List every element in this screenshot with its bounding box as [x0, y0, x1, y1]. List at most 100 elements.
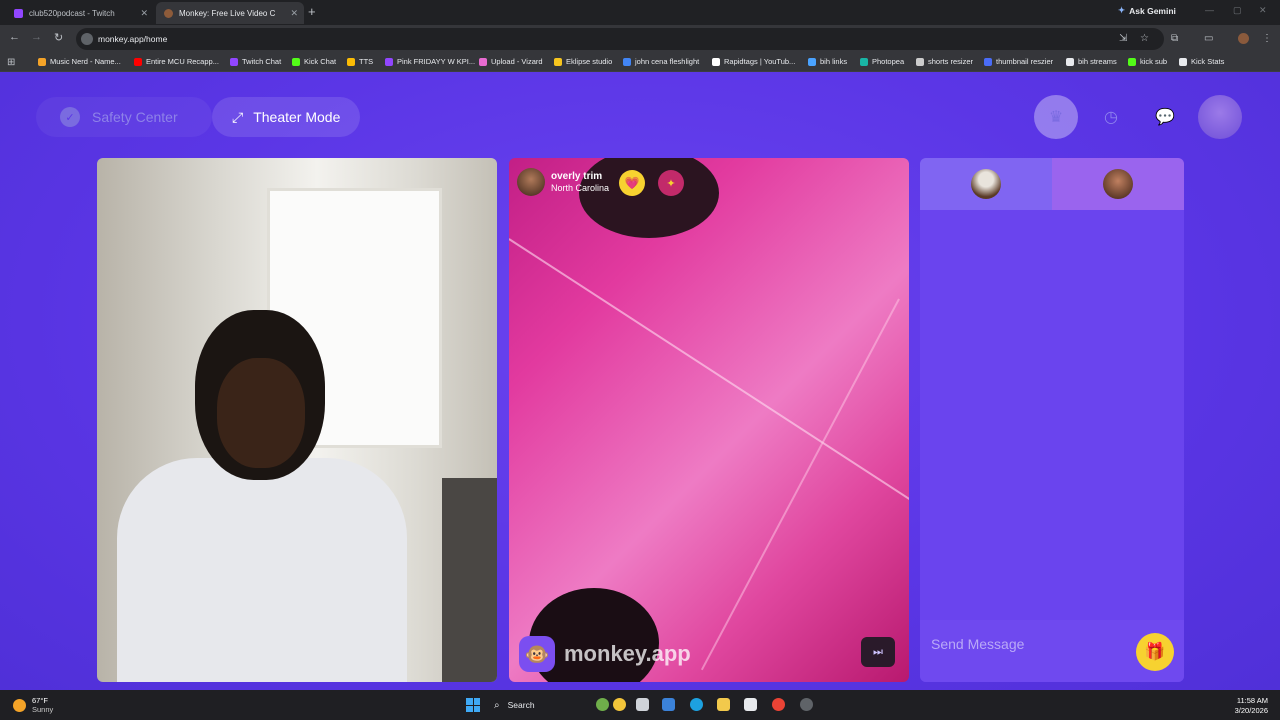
chrome-icon[interactable] [772, 698, 785, 711]
chat-tab-self[interactable] [920, 158, 1052, 210]
bookmark-item[interactable]: Kick Stats [1179, 57, 1224, 66]
close-window-icon[interactable]: ✕ [1259, 5, 1267, 16]
widgets-icon[interactable] [596, 698, 609, 711]
extensions-icon[interactable]: ⧉ [1171, 33, 1178, 44]
date-text: 3/20/2026 [1234, 706, 1268, 715]
peer-info[interactable]: overly trim North Carolina [517, 168, 609, 196]
bookmark-item[interactable]: Rapidtags | YouTub... [712, 57, 795, 66]
avatar [971, 169, 1001, 199]
bookmark-item[interactable]: Upload - Vizard [479, 57, 543, 66]
bookmark-favicon-icon [808, 57, 816, 66]
tab-title: club520podcast - Twitch [29, 8, 115, 18]
time-text: 11:58 AM [1236, 696, 1268, 705]
bookmark-favicon-icon [1128, 57, 1136, 66]
peer-avatar[interactable] [517, 168, 545, 196]
bookmark-favicon-icon [984, 57, 992, 66]
minimize-icon[interactable]: — [1205, 5, 1214, 15]
forward-arrow-icon[interactable]: → [31, 31, 42, 43]
bookmark-item[interactable]: shorts resizer [916, 57, 973, 66]
apps-grid-icon[interactable]: ⊞ [7, 57, 15, 68]
ask-gemini-button[interactable]: ✦ Ask Gemini [1118, 5, 1176, 16]
search-label: Search [507, 700, 535, 710]
bookmark-favicon-icon [134, 57, 142, 66]
bookmark-item[interactable]: bih streams [1066, 57, 1117, 66]
bookmark-label: Kick Stats [1191, 57, 1225, 66]
obs-icon[interactable] [800, 698, 813, 711]
site-info-icon[interactable] [81, 33, 93, 45]
file-explorer-icon[interactable] [717, 698, 730, 711]
crown-icon: ♛ [1048, 109, 1064, 126]
task-view-icon[interactable] [636, 698, 649, 711]
weather-widget[interactable]: 67°F Sunny [13, 696, 53, 714]
bookmark-item[interactable]: TTS [347, 57, 373, 66]
bookmark-item[interactable]: Music Nerd - Name... [38, 57, 121, 66]
bookmark-item[interactable]: Entire MCU Recapp... [134, 57, 219, 66]
bookmark-item[interactable]: Kick Chat [292, 57, 336, 66]
reload-icon[interactable]: ↻ [54, 31, 63, 44]
browser-profile-avatar[interactable] [1238, 33, 1249, 44]
crown-button[interactable]: ♛ [1034, 95, 1078, 139]
os-taskbar: 67°F Sunny ⌕ Search 11:58 AM 3/20/2026 [0, 690, 1280, 720]
store-icon[interactable] [744, 698, 757, 711]
history-button[interactable]: ◷ [1089, 95, 1133, 139]
profile-avatar[interactable] [1198, 95, 1242, 139]
taskbar-search[interactable]: ⌕ Search [494, 696, 590, 714]
report-button[interactable]: ✦ [658, 170, 684, 196]
url-text: monkey.app/home [98, 34, 168, 44]
bookmark-item[interactable]: bih links [808, 57, 847, 66]
bookmark-item[interactable]: Twitch Chat [230, 57, 281, 66]
maximize-icon[interactable]: ▢ [1233, 5, 1242, 16]
theater-mode-button[interactable]: ⤢ Theater Mode [212, 97, 360, 137]
monkey-watermark: 🐵 monkey.app [519, 636, 691, 672]
like-button[interactable]: 💗 [619, 170, 645, 196]
bookmark-item[interactable]: thumbnail reszier [984, 57, 1053, 66]
bookmark-label: bih links [820, 57, 848, 66]
bookmark-star-icon[interactable]: ☆ [1140, 33, 1149, 44]
edge-icon[interactable] [690, 698, 703, 711]
tab-monkey[interactable]: Monkey: Free Live Video Ch ✕ [156, 2, 304, 24]
bookmark-item[interactable]: john cena fleshlight [623, 57, 699, 66]
gemini-icon: ✦ [1118, 5, 1126, 15]
windows-start-icon[interactable] [466, 698, 480, 712]
gift-icon: 🎁 [1144, 642, 1166, 661]
bookmark-item[interactable]: Pink FRIDAYY W KPI... [385, 57, 475, 66]
browser-tab-bar: club520podcast - Twitch ✕ Monkey: Free L… [0, 0, 1280, 25]
bookmark-favicon-icon [554, 57, 562, 66]
bookmark-label: Photopea [872, 57, 905, 66]
bookmark-label: kick sub [1140, 57, 1168, 66]
bookmark-label: john cena fleshlight [635, 57, 700, 66]
weather-app-icon[interactable] [613, 698, 626, 711]
skip-forward-icon: ⏭ [873, 645, 883, 658]
bookmark-label: Kick Chat [304, 57, 337, 66]
send-message-input[interactable]: Send Message [931, 636, 1024, 652]
theater-mode-label: Theater Mode [253, 109, 341, 125]
local-video [97, 158, 497, 682]
bookmark-label: Twitch Chat [242, 57, 282, 66]
install-app-icon[interactable]: ⇲ [1119, 33, 1127, 44]
bookmark-label: Pink FRIDAYY W KPI... [397, 57, 476, 66]
bookmark-item[interactable]: Eklipse studio [554, 57, 612, 66]
browser-toolbar: ← → ↻ monkey.app/home ⇲ ☆ ⧉ ▭ ⋮ [0, 25, 1280, 53]
monkey-app-page: ✓ Safety Center ⤢ Theater Mode ♛ ◷ 💬 ove… [0, 72, 1280, 690]
close-icon[interactable]: ✕ [290, 8, 298, 19]
close-icon[interactable]: ✕ [140, 8, 148, 19]
messages-button[interactable]: 💬 [1143, 95, 1187, 139]
tab-twitch[interactable]: club520podcast - Twitch ✕ [6, 2, 154, 24]
menu-dots-icon[interactable]: ⋮ [1262, 33, 1272, 44]
system-clock[interactable]: 11:58 AM 3/20/2026 [1235, 696, 1268, 716]
address-bar[interactable]: monkey.app/home [76, 28, 1164, 50]
bookmark-favicon-icon [860, 57, 868, 66]
gift-button[interactable]: 🎁 [1136, 633, 1174, 671]
safety-center-button[interactable]: ✓ Safety Center [36, 97, 212, 137]
bookmark-item[interactable]: Photopea [860, 57, 904, 66]
copilot-icon[interactable] [662, 698, 675, 711]
weather-desc: Sunny [32, 705, 54, 714]
chat-tab-peer[interactable] [1052, 158, 1184, 210]
bookmark-favicon-icon [712, 57, 720, 66]
bookmark-item[interactable]: kick sub [1128, 57, 1167, 66]
skip-button[interactable]: ⏭ [861, 637, 895, 667]
sidebar-icon[interactable]: ▭ [1204, 33, 1213, 44]
bookmark-favicon-icon [385, 57, 393, 66]
new-tab-button[interactable]: + [308, 4, 316, 19]
back-arrow-icon[interactable]: ← [9, 31, 20, 43]
